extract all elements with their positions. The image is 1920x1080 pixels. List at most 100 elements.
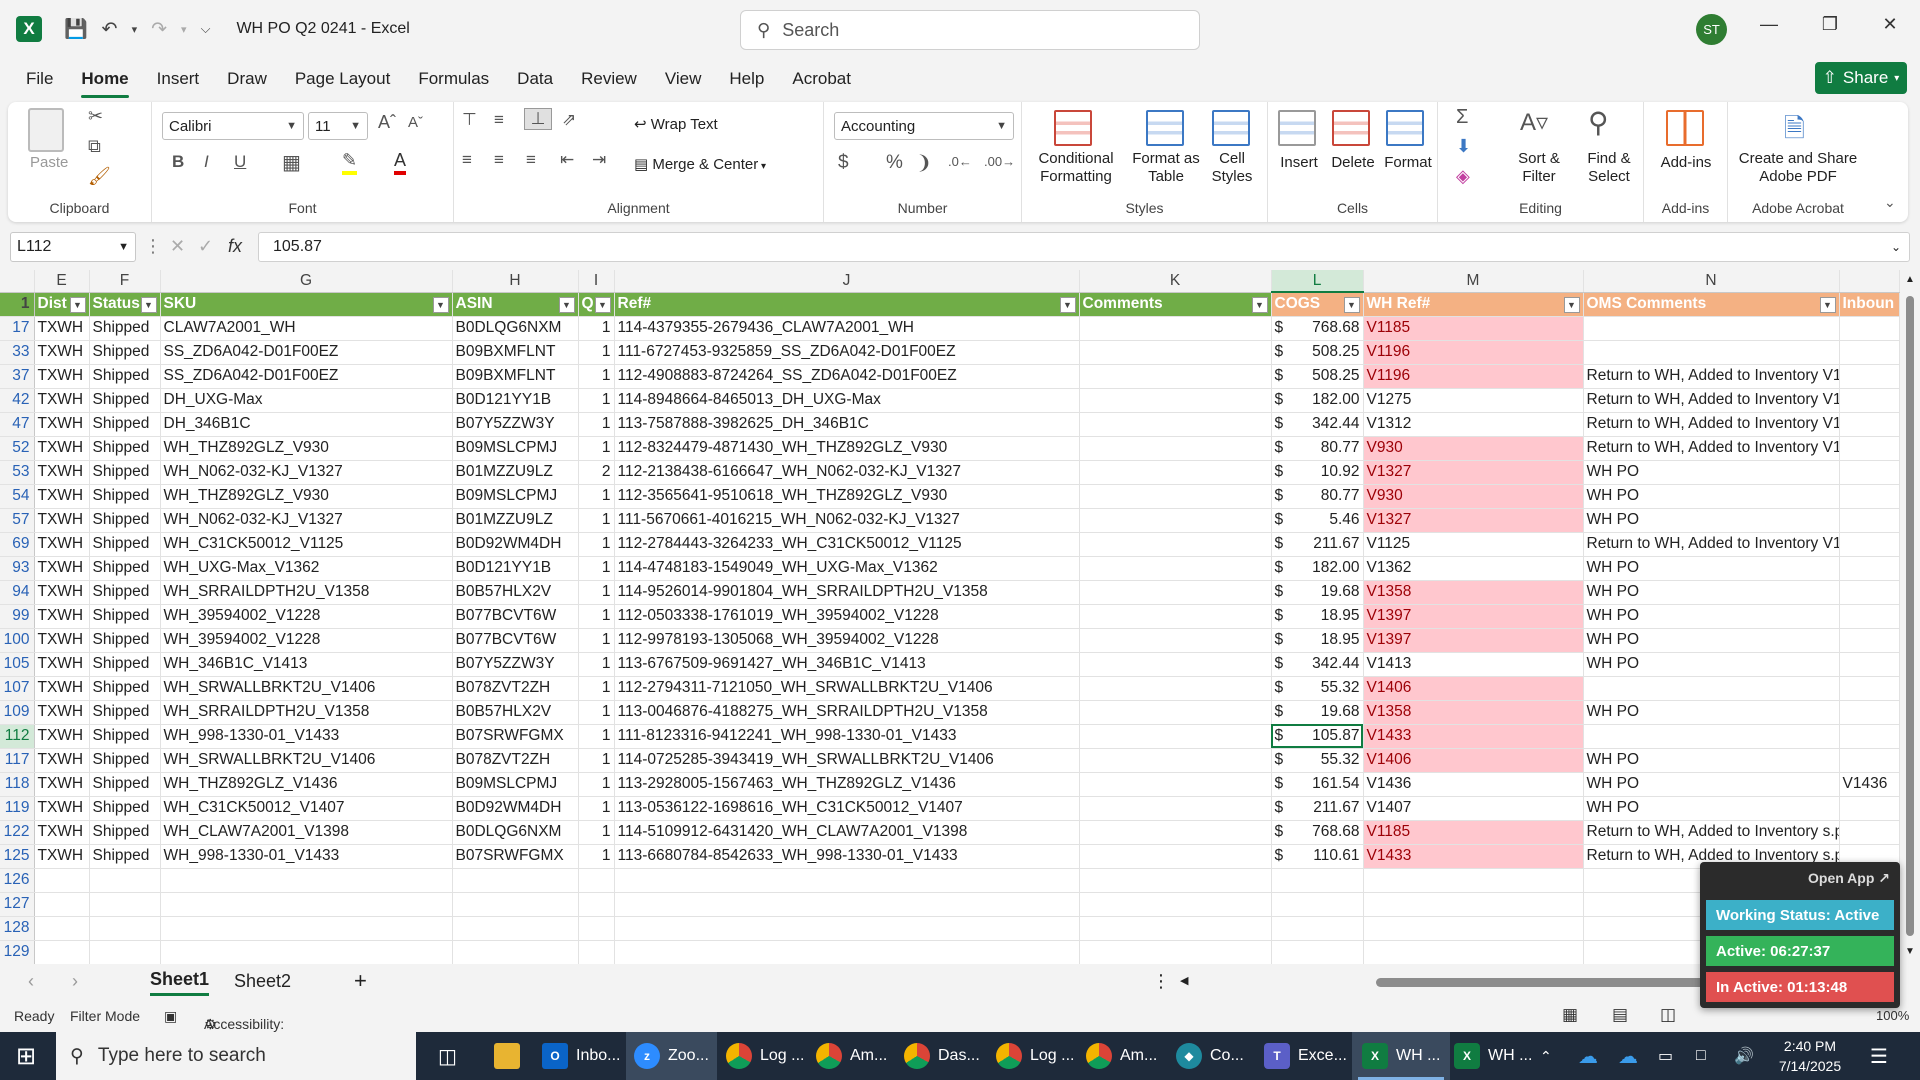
- cell[interactable]: [1079, 532, 1272, 557]
- cell[interactable]: 112-9978193-1305068_WH_39594002_V1228: [614, 628, 1080, 653]
- header-cell[interactable]: Inboun: [1839, 292, 1900, 317]
- format-painter-icon[interactable]: 🖌: [88, 166, 111, 187]
- cell[interactable]: TXWH: [34, 676, 90, 701]
- cell[interactable]: V1125: [1363, 532, 1584, 557]
- font-color-icon[interactable]: A: [394, 150, 407, 175]
- column-header[interactable]: F: [89, 270, 161, 293]
- cell[interactable]: [1079, 436, 1272, 461]
- align-bottom-icon[interactable]: ⊥: [524, 108, 552, 130]
- cell[interactable]: [1839, 316, 1900, 341]
- cell[interactable]: B078ZVT2ZH: [452, 676, 579, 701]
- fill-color-icon[interactable]: ✎: [342, 150, 358, 175]
- header-cell[interactable]: COGS ▼: [1271, 292, 1364, 317]
- cell[interactable]: [1079, 700, 1272, 725]
- tab-home[interactable]: Home: [81, 58, 129, 100]
- cell[interactable]: V1406: [1363, 748, 1584, 773]
- cell[interactable]: WH PO: [1583, 484, 1840, 509]
- network-icon[interactable]: □: [1696, 1032, 1706, 1080]
- cell[interactable]: WH_C31CK50012_V1125: [160, 532, 453, 557]
- cell[interactable]: WH PO: [1583, 652, 1840, 677]
- taskbar-chrome-3[interactable]: Das...: [904, 1032, 980, 1080]
- cell[interactable]: V1397: [1363, 604, 1584, 629]
- row-header[interactable]: 127: [0, 892, 35, 917]
- cell[interactable]: V930: [1363, 436, 1584, 461]
- cell-grid[interactable]: EFGHIJKLMN 1 Dist ▼ Status ▼ SKU ▼ ASIN ▼ Q ▼ Ref# ▼…: [0, 270, 1900, 965]
- cell[interactable]: [1079, 460, 1272, 485]
- cell[interactable]: Shipped: [89, 460, 161, 485]
- expand-formula-icon[interactable]: ⌄: [1891, 240, 1901, 254]
- cell[interactable]: [1079, 484, 1272, 509]
- next-sheet-icon[interactable]: ›: [72, 966, 78, 996]
- cell[interactable]: WH_N062-032-KJ_V1327: [160, 460, 453, 485]
- cell[interactable]: [1839, 796, 1900, 821]
- taskbar-clock[interactable]: 2:40 PM 7/14/2025: [1760, 1036, 1860, 1076]
- cell[interactable]: Shipped: [89, 316, 161, 341]
- conditional-formatting-icon[interactable]: [1054, 110, 1092, 146]
- format-cells-button[interactable]: Format: [1380, 154, 1436, 172]
- cell[interactable]: WH_SRWALLBRKT2U_V1406: [160, 748, 453, 773]
- taskbar-chrome-1[interactable]: Log ...: [726, 1032, 804, 1080]
- cell[interactable]: [1839, 820, 1900, 845]
- cell[interactable]: Shipped: [89, 820, 161, 845]
- cell[interactable]: 112-8324479-4871430_WH_THZ892GLZ_V930: [614, 436, 1080, 461]
- select-all-corner[interactable]: [0, 270, 35, 293]
- addins-button[interactable]: Add-ins: [1646, 154, 1726, 172]
- header-cell[interactable]: WH Ref# ▼: [1363, 292, 1584, 317]
- cell[interactable]: [89, 868, 161, 893]
- cell[interactable]: TXWH: [34, 460, 90, 485]
- copy-icon[interactable]: ⧉: [88, 136, 101, 157]
- cell[interactable]: WH PO: [1583, 796, 1840, 821]
- cell[interactable]: TXWH: [34, 508, 90, 533]
- cell[interactable]: [452, 892, 579, 917]
- cell[interactable]: [1079, 748, 1272, 773]
- tab-data[interactable]: Data: [517, 58, 553, 100]
- column-header[interactable]: J: [614, 270, 1080, 293]
- cell[interactable]: Shipped: [89, 436, 161, 461]
- cell[interactable]: TXWH: [34, 364, 90, 389]
- increase-font-icon[interactable]: Aˆ: [378, 112, 396, 133]
- show-hidden-icons[interactable]: ⌃: [1540, 1032, 1552, 1080]
- cell[interactable]: V1406: [1363, 676, 1584, 701]
- cell[interactable]: TXWH: [34, 532, 90, 557]
- paste-icon[interactable]: [28, 108, 64, 152]
- find-select-icon[interactable]: ⚲: [1588, 106, 1609, 139]
- task-view-icon[interactable]: ◫: [438, 1032, 457, 1080]
- cell[interactable]: 1: [578, 844, 615, 869]
- header-cell[interactable]: Status ▼: [89, 292, 161, 317]
- cell[interactable]: 114-8948664-8465013_DH_UXG-Max: [614, 388, 1080, 413]
- number-format-select[interactable]: Accounting ▼: [834, 112, 1014, 140]
- conditional-formatting-button[interactable]: Conditional Formatting: [1028, 150, 1124, 186]
- cell[interactable]: TXWH: [34, 748, 90, 773]
- tab-insert[interactable]: Insert: [157, 58, 200, 100]
- scroll-up-icon[interactable]: ▲: [1905, 274, 1915, 285]
- cell[interactable]: V1407: [1363, 796, 1584, 821]
- cell[interactable]: [614, 868, 1080, 893]
- cell[interactable]: WH PO: [1583, 700, 1840, 725]
- cell[interactable]: Shipped: [89, 508, 161, 533]
- cell[interactable]: V1275: [1363, 388, 1584, 413]
- cell[interactable]: [1839, 364, 1900, 389]
- cell[interactable]: 1: [578, 556, 615, 581]
- column-header[interactable]: M: [1363, 270, 1584, 293]
- format-cells-icon[interactable]: [1386, 110, 1424, 146]
- align-right-icon[interactable]: ≡: [526, 150, 536, 170]
- row-header[interactable]: 53: [0, 460, 35, 485]
- borders-icon[interactable]: ▦: [282, 150, 301, 175]
- cell[interactable]: [34, 916, 90, 941]
- cell[interactable]: Shipped: [89, 412, 161, 437]
- cell[interactable]: Return to WH, Added to Inventory V1362: [1583, 388, 1840, 413]
- filter-dropdown-icon[interactable]: ▼: [594, 296, 611, 313]
- taskbar-chrome-4[interactable]: Log ...: [996, 1032, 1074, 1080]
- notifications-icon[interactable]: ☰: [1870, 1032, 1888, 1080]
- redo-icon[interactable]: ↷: [151, 18, 167, 41]
- tab-formulas[interactable]: Formulas: [418, 58, 489, 100]
- cell[interactable]: [1271, 916, 1364, 941]
- cell[interactable]: WH PO: [1583, 748, 1840, 773]
- cell[interactable]: Shipped: [89, 748, 161, 773]
- cell[interactable]: [1079, 940, 1272, 965]
- cell[interactable]: $342.44: [1271, 652, 1364, 677]
- header-cell[interactable]: Comments ▼: [1079, 292, 1272, 317]
- more-sheets-icon[interactable]: ⋮: [1152, 966, 1170, 996]
- row-header[interactable]: 117: [0, 748, 35, 773]
- vertical-scroll-thumb[interactable]: [1906, 296, 1914, 936]
